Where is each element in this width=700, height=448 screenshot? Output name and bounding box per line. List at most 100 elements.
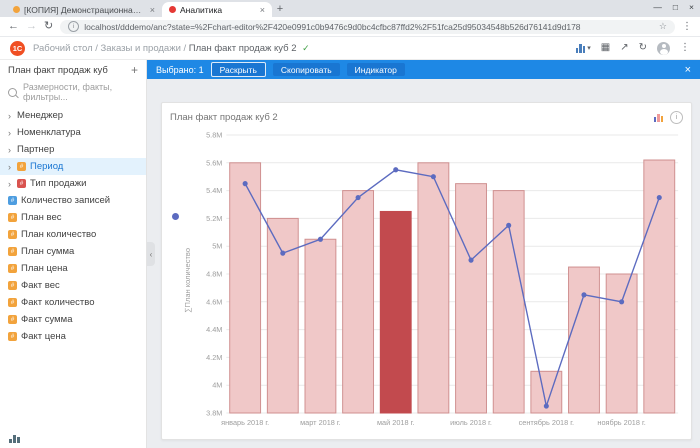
sidebar-item-sales-type[interactable]: › # Тип продажи: [0, 175, 146, 192]
svg-text:5M: 5M: [212, 242, 222, 251]
forward-icon[interactable]: →: [26, 21, 37, 32]
breadcrumb-path[interactable]: Рабочий стол / Заказы и продажи /: [33, 43, 186, 54]
sidebar-item-plan-price[interactable]: # План цена: [0, 260, 146, 277]
sidebar-item-label: Факт количество: [21, 297, 95, 308]
sidebar-item-label: План количество: [21, 229, 96, 240]
back-icon[interactable]: ←: [8, 21, 19, 32]
sidebar-item-fact-quantity[interactable]: # Факт количество: [0, 294, 146, 311]
sidebar-search-input[interactable]: Размерности, факты, фильтры...: [0, 78, 146, 107]
url-bar[interactable]: i localhost/dddemo/anc?state=%2Fchart-ed…: [60, 20, 675, 34]
sidebar-item-label: Тип продажи: [30, 178, 86, 189]
breadcrumb: Рабочий стол / Заказы и продажи / План ф…: [33, 43, 310, 54]
chart-canvas[interactable]: 3.8M4M4.2M4.4M4.6M4.8M5M5.2M5.4M5.6M5.8M…: [193, 127, 683, 433]
svg-text:5.2M: 5.2M: [206, 214, 222, 223]
url-text: localhost/dddemo/anc?state=%2Fchart-edit…: [84, 22, 654, 32]
cube-title: План факт продаж куб: [8, 65, 131, 76]
browser-tab-analytics[interactable]: Аналитика ×: [162, 2, 272, 17]
period-icon: #: [17, 162, 26, 171]
svg-text:март 2018 г.: март 2018 г.: [300, 418, 341, 427]
sidebar-item-nomenclature[interactable]: › Номенклатура: [0, 124, 146, 141]
chevron-right-icon: ›: [6, 145, 13, 155]
sidebar-item-plan-quantity[interactable]: # План количество: [0, 226, 146, 243]
sidebar-item-records-count[interactable]: # Количество записей: [0, 192, 146, 209]
legend-dot[interactable]: [172, 213, 179, 220]
add-field-button[interactable]: +: [131, 64, 138, 76]
user-avatar[interactable]: [657, 42, 670, 55]
tab-close-icon[interactable]: ×: [150, 5, 155, 15]
sidebar-item-plan-sum[interactable]: # План сумма: [0, 243, 146, 260]
browser-address-bar: ← → ↻ i localhost/dddemo/anc?state=%2Fch…: [0, 17, 700, 37]
tab-close-icon[interactable]: ×: [260, 5, 265, 15]
svg-text:4.4M: 4.4M: [206, 325, 222, 334]
bar-chart-icon: [576, 43, 586, 53]
measure-icon: #: [8, 230, 17, 239]
refresh-icon[interactable]: ↻: [639, 43, 647, 53]
chevron-right-icon: ›: [6, 111, 13, 121]
svg-text:сентябрь 2018 г.: сентябрь 2018 г.: [519, 418, 574, 427]
sidebar-header: План факт продаж куб +: [0, 60, 146, 78]
measure-icon: #: [8, 196, 17, 205]
browser-tab-demo[interactable]: [КОПИЯ] Демонстрационная б... ×: [6, 2, 162, 17]
sidebar-item-fact-weight[interactable]: # Факт вес: [0, 277, 146, 294]
measure-icon: #: [8, 213, 17, 222]
measure-icon: #: [8, 332, 17, 341]
chart-card: План факт продаж куб 2 i ∑План количеств…: [161, 102, 692, 440]
reload-icon[interactable]: ↻: [44, 21, 53, 32]
window-close-icon[interactable]: ×: [689, 2, 694, 12]
site-info-icon[interactable]: i: [68, 21, 79, 32]
tab-favicon: [13, 6, 20, 13]
browser-window: [КОПИЯ] Демонстрационная б... × Аналитик…: [0, 0, 700, 448]
sidebar-item-period[interactable]: › # Период: [0, 158, 146, 175]
sidebar-item-plan-weight[interactable]: # План вес: [0, 209, 146, 226]
copy-button[interactable]: Скопировать: [273, 63, 340, 76]
new-tab-button[interactable]: +: [272, 3, 288, 15]
bookmark-star-icon[interactable]: ☆: [659, 21, 667, 32]
chart-title: План факт продаж куб 2: [170, 112, 647, 123]
sidebar: План факт продаж куб + Размерности, факт…: [0, 60, 147, 448]
sidebar-item-partner[interactable]: › Партнер: [0, 141, 146, 158]
sidebar-item-label: Факт сумма: [21, 314, 73, 325]
search-icon: [8, 88, 17, 97]
sidebar-item-label: Факт вес: [21, 280, 60, 291]
breadcrumb-current: План факт продаж куб 2: [189, 43, 297, 54]
browser-menu-icon[interactable]: ⋮: [682, 21, 692, 32]
sidebar-item-fact-sum[interactable]: # Факт сумма: [0, 311, 146, 328]
chevron-right-icon: ›: [6, 128, 13, 138]
sidebar-collapse-handle[interactable]: ‹: [147, 242, 155, 266]
measure-icon: #: [8, 281, 17, 290]
app-header: 1С Рабочий стол / Заказы и продажи / Пла…: [0, 37, 700, 60]
chart-area: ∑План количество 3.8M4M4.2M4.4M4.6M4.8M5…: [170, 127, 683, 433]
svg-text:5.8M: 5.8M: [206, 130, 222, 139]
measure-icon: #: [8, 264, 17, 273]
browser-tab-bar: [КОПИЯ] Демонстрационная б... × Аналитик…: [0, 0, 700, 17]
chart-card-header: План факт продаж куб 2 i: [170, 109, 683, 125]
kebab-menu-icon[interactable]: ⋮: [680, 43, 690, 53]
toolbar-close-icon[interactable]: ×: [685, 64, 691, 76]
svg-text:4M: 4M: [212, 381, 222, 390]
window-minimize-icon[interactable]: —: [653, 2, 662, 12]
svg-text:5.6M: 5.6M: [206, 158, 222, 167]
expand-button[interactable]: Раскрыть: [211, 62, 266, 77]
sidebar-item-label: План сумма: [21, 246, 74, 257]
svg-text:май 2018 г.: май 2018 г.: [377, 418, 414, 427]
dashboard-grid-icon[interactable]: ▦: [601, 43, 610, 53]
share-icon[interactable]: ↗: [620, 43, 628, 53]
svg-text:январь 2018 г.: январь 2018 г.: [221, 418, 269, 427]
tab-label: [КОПИЯ] Демонстрационная б...: [24, 5, 146, 15]
sidebar-item-manager[interactable]: › Менеджер: [0, 107, 146, 124]
chart-type-button[interactable]: ▾: [576, 43, 591, 53]
chevron-down-icon: ▾: [587, 44, 591, 52]
sidebar-item-fact-price[interactable]: # Факт цена: [0, 328, 146, 345]
chart-legend: [170, 127, 182, 433]
measure-icon: #: [8, 247, 17, 256]
y-axis-title: ∑План количество: [182, 127, 193, 433]
mini-chart-icon[interactable]: [654, 113, 664, 122]
svg-text:3.8M: 3.8M: [206, 408, 222, 417]
chart-panel-icon[interactable]: [9, 434, 137, 443]
sidebar-item-label: Менеджер: [17, 110, 63, 121]
window-maximize-icon[interactable]: □: [673, 2, 678, 12]
indicator-button[interactable]: Индикатор: [347, 63, 405, 76]
svg-text:4.6M: 4.6M: [206, 297, 222, 306]
tab-favicon: [169, 6, 176, 13]
info-icon[interactable]: i: [670, 111, 683, 124]
